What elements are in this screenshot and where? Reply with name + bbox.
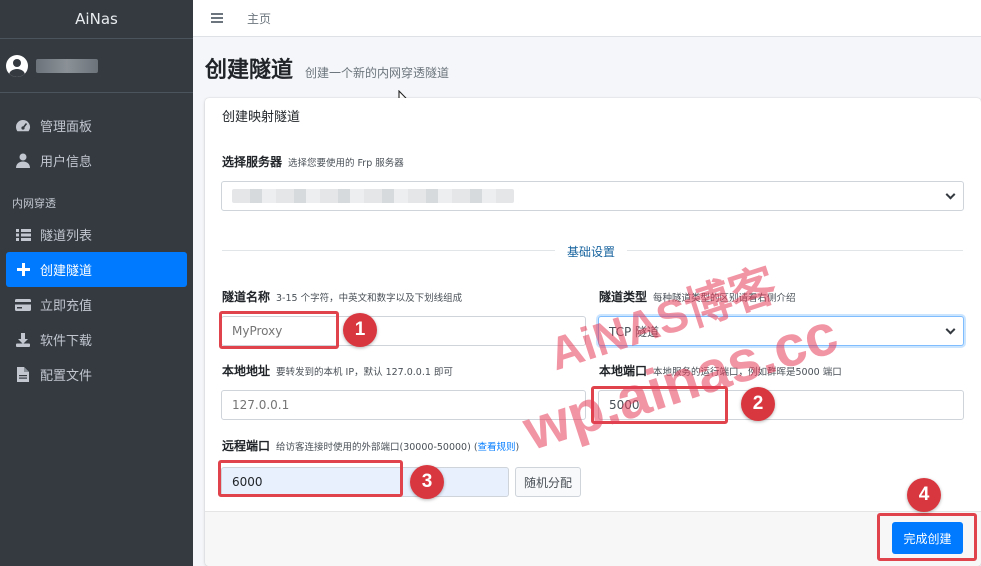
credit-card-icon bbox=[14, 296, 32, 314]
sidebar-item-create-tunnel[interactable]: 创建隧道 bbox=[6, 252, 187, 287]
card-footer bbox=[205, 511, 981, 566]
tachometer-icon bbox=[14, 117, 32, 135]
user-icon bbox=[14, 152, 32, 170]
tunnel-type-select[interactable]: TCP 隧道 bbox=[598, 316, 964, 346]
sidebar-item-label: 用户信息 bbox=[40, 155, 93, 170]
section-title-basic: 基础设置 bbox=[555, 243, 628, 260]
step-badge-1: 1 bbox=[343, 313, 377, 347]
user-avatar-icon[interactable] bbox=[6, 54, 28, 77]
sidebar-section-header: 内网穿透 bbox=[12, 197, 56, 210]
chevron-down-icon bbox=[945, 324, 956, 335]
tunnel-type-label: 隧道类型 每种隧道类型的区别请看右侧介绍 bbox=[599, 290, 796, 304]
card-title: 创建映射隧道 bbox=[222, 110, 301, 125]
server-label: 选择服务器 选择您要使用的 Frp 服务器 bbox=[222, 155, 404, 169]
sidebar-item-config-file[interactable]: 配置文件 bbox=[0, 357, 187, 392]
sidebar: AiNas 管理面板 用户信息 内网穿透 隧道列表 创建隧道 立即充值 软件下载… bbox=[0, 0, 193, 566]
local-port-label: 本地端口 本地服务的运行端口，例如群晖是5000 端口 bbox=[599, 364, 842, 378]
highlight-box-4 bbox=[877, 513, 977, 561]
sidebar-item-tunnel-list[interactable]: 隧道列表 bbox=[0, 217, 187, 252]
highlight-box-1 bbox=[219, 311, 339, 349]
page-title: 创建隧道 bbox=[205, 58, 294, 83]
user-panel[interactable] bbox=[0, 39, 193, 93]
sidebar-nav: 管理面板 用户信息 内网穿透 隧道列表 创建隧道 立即充值 软件下载 配置文件 bbox=[0, 93, 193, 392]
tunnel-name-label: 隧道名称 3-15 个字符，中英文和数字以及下划线组成 bbox=[222, 290, 463, 304]
username-redacted bbox=[36, 58, 98, 73]
remote-port-hint: 给访客连接时使用的外部端口(30000-50000) (查看规则) bbox=[276, 442, 520, 453]
step-badge-2: 2 bbox=[741, 387, 775, 421]
home-link[interactable]: 主页 bbox=[247, 10, 271, 27]
sidebar-item-dashboard[interactable]: 管理面板 bbox=[0, 108, 187, 143]
remote-port-label: 远程端口 给访客连接时使用的外部端口(30000-50000) (查看规则) bbox=[222, 439, 520, 453]
list-icon bbox=[14, 226, 32, 244]
step-badge-4: 4 bbox=[907, 478, 941, 512]
sidebar-item-label: 管理面板 bbox=[40, 120, 93, 135]
file-icon bbox=[14, 366, 32, 384]
local-port-hint: 本地服务的运行端口，例如群晖是5000 端口 bbox=[653, 367, 842, 378]
tunnel-name-hint: 3-15 个字符，中英文和数字以及下划线组成 bbox=[276, 293, 463, 304]
server-hint: 选择您要使用的 Frp 服务器 bbox=[288, 158, 404, 169]
chevron-down-icon bbox=[945, 189, 956, 200]
server-select[interactable] bbox=[221, 181, 964, 211]
top-navbar: 主页 bbox=[193, 0, 981, 37]
local-address-label: 本地地址 要转发到的本机 IP，默认 127.0.0.1 即可 bbox=[222, 364, 453, 378]
menu-toggle-icon[interactable] bbox=[211, 13, 223, 23]
highlight-box-3 bbox=[218, 460, 403, 497]
brand-title[interactable]: AiNas bbox=[0, 0, 193, 39]
page-subtitle: 创建一个新的内网穿透隧道 bbox=[305, 66, 450, 80]
server-option-redacted bbox=[232, 189, 514, 203]
view-rules-link[interactable]: 查看规则 bbox=[478, 442, 516, 453]
sidebar-item-user-info[interactable]: 用户信息 bbox=[0, 143, 187, 178]
local-address-hint: 要转发到的本机 IP，默认 127.0.0.1 即可 bbox=[276, 367, 453, 378]
tunnel-type-hint: 每种隧道类型的区别请看右侧介绍 bbox=[653, 293, 796, 304]
sidebar-item-label: 立即充值 bbox=[40, 299, 93, 314]
highlight-box-2 bbox=[591, 386, 728, 424]
sidebar-item-label: 创建隧道 bbox=[40, 264, 93, 279]
sidebar-item-label: 软件下载 bbox=[40, 334, 93, 349]
tunnel-type-value: TCP 隧道 bbox=[609, 324, 660, 339]
sidebar-item-recharge[interactable]: 立即充值 bbox=[0, 287, 187, 322]
sidebar-item-label: 配置文件 bbox=[40, 369, 93, 384]
step-badge-3: 3 bbox=[410, 465, 444, 499]
content-header: 创建隧道 创建一个新的内网穿透隧道 bbox=[205, 52, 449, 84]
download-icon bbox=[14, 331, 32, 349]
local-address-input[interactable] bbox=[221, 390, 586, 420]
sidebar-item-label: 隧道列表 bbox=[40, 229, 93, 244]
random-assign-button[interactable]: 随机分配 bbox=[515, 467, 581, 497]
sidebar-item-download[interactable]: 软件下载 bbox=[0, 322, 187, 357]
plus-icon bbox=[14, 261, 32, 279]
